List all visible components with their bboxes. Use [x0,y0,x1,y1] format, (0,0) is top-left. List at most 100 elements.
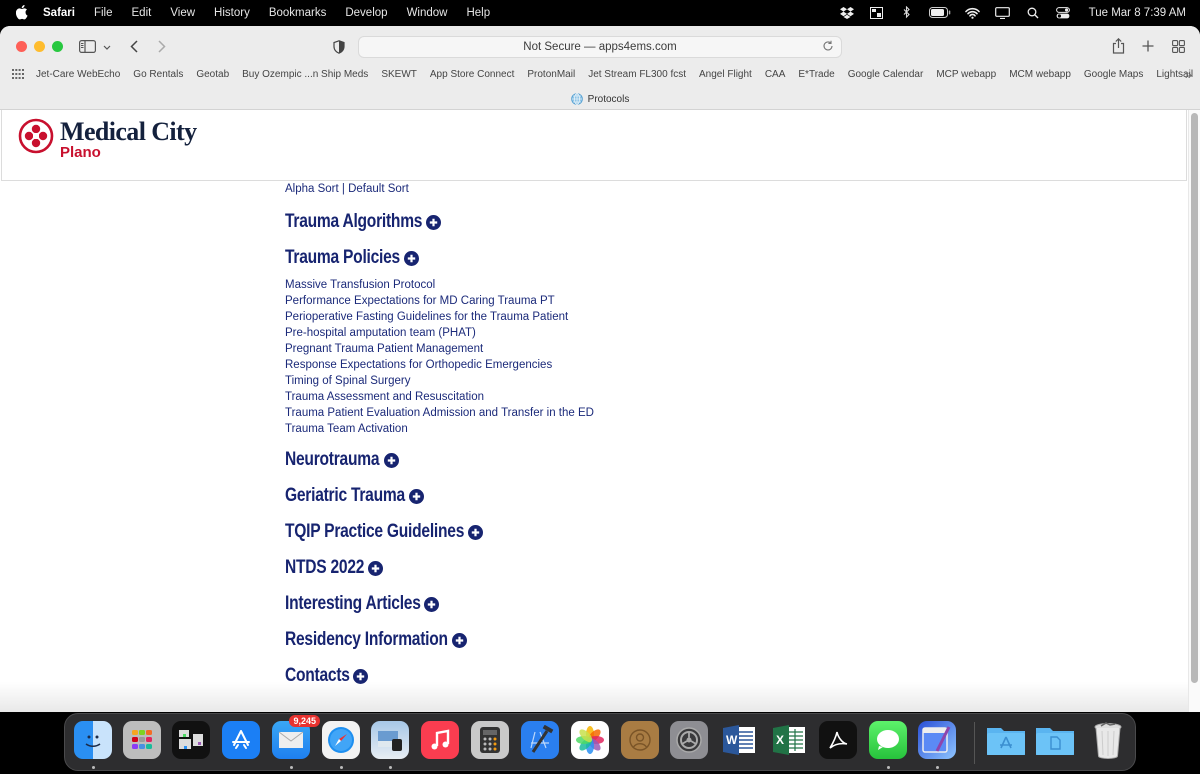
site-logo[interactable]: Medical City Plano [18,118,197,160]
protocol-link[interactable]: Pregnant Trauma Patient Management [285,341,985,357]
section-title[interactable]: NTDS 2022 [285,557,364,579]
section-header[interactable]: Residency Information [285,627,985,653]
bookmark-item[interactable]: Google Maps [1084,69,1143,80]
menu-history[interactable]: History [214,7,250,19]
bookmark-item[interactable]: MCM webapp [1009,69,1071,80]
forward-button[interactable] [156,39,168,53]
menu-edit[interactable]: Edit [132,7,152,19]
section-title[interactable]: Trauma Policies [285,247,400,269]
bookmark-item[interactable]: Jet-Care WebEcho [36,69,120,80]
close-window-button[interactable] [16,41,27,52]
dock-app-rapidweaver[interactable] [918,721,956,759]
new-tab-icon[interactable] [1141,39,1155,53]
menu-develop[interactable]: Develop [345,7,387,19]
bookmark-item[interactable]: Geotab [196,69,229,80]
section-title[interactable]: Trauma Algorithms [285,211,422,233]
bookmark-item[interactable]: App Store Connect [430,69,515,80]
expand-plus-icon[interactable] [426,214,442,230]
protocol-link[interactable]: Perioperative Fasting Guidelines for the… [285,309,985,325]
protocol-link[interactable]: Response Expectations for Orthopedic Eme… [285,357,985,373]
control-center-icon[interactable] [1055,6,1071,20]
bookmark-item[interactable]: ProtonMail [527,69,575,80]
expand-plus-icon[interactable] [383,452,399,468]
expand-plus-icon[interactable] [368,560,384,576]
bookmark-item[interactable]: Jet Stream FL300 fcst [588,69,686,80]
dock-app-microsoft-excel[interactable]: X [770,721,808,759]
dock-app-microsoft-word[interactable]: W [720,721,758,759]
minimize-window-button[interactable] [34,41,45,52]
section-header[interactable]: Trauma Algorithms [285,209,985,235]
dock-app-safari[interactable] [322,721,360,759]
dock-app-app-store[interactable] [222,721,260,759]
bookmark-item[interactable]: CAA [765,69,786,80]
section-header[interactable]: Interesting Articles [285,591,985,617]
menu-view[interactable]: View [170,7,195,19]
default-sort-link[interactable]: Default Sort [348,183,409,195]
dock-app-launchpad[interactable] [123,721,161,759]
dock-trash[interactable] [1089,721,1127,759]
protocol-link[interactable]: Trauma Team Activation [285,421,985,437]
bookmarks-grid-icon[interactable] [12,69,24,79]
bluetooth-icon[interactable] [899,6,915,20]
dock-app-preview[interactable] [371,721,409,759]
section-header[interactable]: Neurotrauma [285,447,985,473]
dock-app-photos[interactable] [571,721,609,759]
vertical-scrollbar[interactable] [1188,110,1200,712]
section-title[interactable]: Interesting Articles [285,593,421,615]
dock-app-messages[interactable] [869,721,907,759]
section-header[interactable]: Geriatric Trauma [285,483,985,509]
screen-mirroring-icon[interactable] [995,6,1011,20]
protocol-link[interactable]: Performance Expectations for MD Caring T… [285,293,985,309]
section-title[interactable]: Residency Information [285,629,448,651]
zoom-window-button[interactable] [52,41,63,52]
apple-menu-icon[interactable] [14,5,30,21]
section-header[interactable]: Trauma Policies [285,245,985,271]
dropbox-icon[interactable] [839,6,855,20]
menu-bookmarks[interactable]: Bookmarks [269,7,327,19]
chevron-down-icon[interactable] [102,42,112,52]
dock-app-xcode[interactable] [521,721,559,759]
dock-folder-documents[interactable] [1034,721,1076,759]
expand-plus-icon[interactable] [403,250,419,266]
protocol-link[interactable]: Trauma Patient Evaluation Admission and … [285,405,985,421]
protocol-link[interactable]: Timing of Spinal Surgery [285,373,985,389]
display-layout-icon[interactable] [869,6,885,20]
spotlight-search-icon[interactable] [1025,6,1041,20]
bookmark-item[interactable]: Angel Flight [699,69,752,80]
protocol-link[interactable]: Massive Transfusion Protocol [285,277,985,293]
address-bar[interactable]: Not Secure — apps4ems.com [358,36,842,58]
bookmark-item[interactable]: Google Calendar [848,69,924,80]
dock-app-mission-control[interactable] [172,721,210,759]
bookmark-item[interactable]: Go Rentals [133,69,183,80]
share-icon[interactable] [1111,38,1125,54]
section-title[interactable]: Geriatric Trauma [285,485,405,507]
reload-icon[interactable] [822,40,836,54]
tab-overview-icon[interactable] [1171,39,1185,53]
bookmark-item[interactable]: MCP webapp [936,69,996,80]
dock-app-finder[interactable] [74,721,112,759]
expand-plus-icon[interactable] [424,596,440,612]
dock-app-system-preferences[interactable] [670,721,708,759]
expand-plus-icon[interactable] [408,488,424,504]
alpha-sort-link[interactable]: Alpha Sort [285,183,339,195]
menu-file[interactable]: File [94,7,113,19]
protocol-link[interactable]: Trauma Assessment and Resuscitation [285,389,985,405]
section-title[interactable]: Neurotrauma [285,449,380,471]
bookmark-item[interactable]: E*Trade [798,69,834,80]
dock-app-calculator[interactable] [471,721,509,759]
section-title[interactable]: TQIP Practice Guidelines [285,521,464,543]
dock-app-mail[interactable]: 9,245 [272,715,320,759]
wifi-icon[interactable] [965,6,981,20]
dock-app-contacts[interactable] [621,721,659,759]
battery-icon[interactable] [928,6,951,20]
section-header[interactable]: TQIP Practice Guidelines [285,519,985,545]
bookmark-item[interactable]: SKEWT [381,69,417,80]
protocol-link[interactable]: Pre-hospital amputation team (PHAT) [285,325,985,341]
back-button[interactable] [128,39,140,53]
menu-bar-clock[interactable]: Tue Mar 8 7:39 AM [1089,7,1186,19]
bookmark-item[interactable]: Buy Ozempic ...n Ship Meds [242,69,368,80]
menu-app-safari[interactable]: Safari [43,7,75,19]
dock-app-music[interactable] [421,721,459,759]
tab-protocols[interactable]: Protocols [588,94,630,105]
expand-plus-icon[interactable] [468,524,484,540]
